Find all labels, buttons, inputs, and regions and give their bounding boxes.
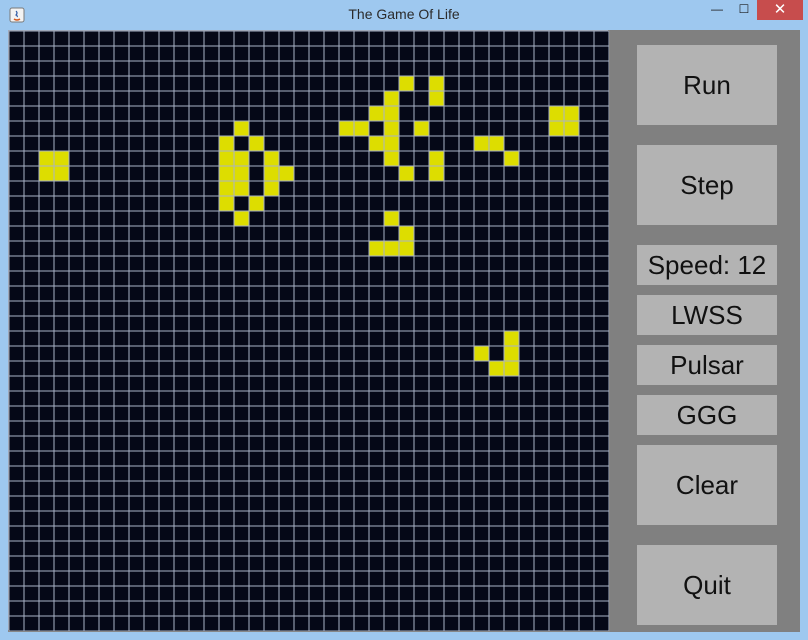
live-cell[interactable]	[399, 226, 414, 241]
live-cell[interactable]	[384, 241, 399, 256]
live-cell[interactable]	[264, 166, 279, 181]
live-cell[interactable]	[564, 121, 579, 136]
live-cell[interactable]	[489, 361, 504, 376]
live-cell[interactable]	[504, 346, 519, 361]
step-button[interactable]: Step	[637, 145, 777, 225]
clear-button[interactable]: Clear	[637, 445, 777, 525]
live-cell[interactable]	[264, 151, 279, 166]
live-cell[interactable]	[384, 136, 399, 151]
live-cell[interactable]	[54, 151, 69, 166]
main-content: Run Step Speed: 12 LWSS Pulsar GGG Clear…	[8, 30, 800, 632]
live-cell[interactable]	[399, 76, 414, 91]
lwss-button[interactable]: LWSS	[637, 295, 777, 335]
run-button[interactable]: Run	[637, 45, 777, 125]
live-cell[interactable]	[384, 106, 399, 121]
live-cell[interactable]	[384, 91, 399, 106]
live-cell[interactable]	[54, 166, 69, 181]
live-cell[interactable]	[369, 106, 384, 121]
live-cell[interactable]	[564, 106, 579, 121]
live-cell[interactable]	[474, 346, 489, 361]
live-cell[interactable]	[429, 76, 444, 91]
live-cell[interactable]	[474, 136, 489, 151]
live-cell[interactable]	[249, 196, 264, 211]
app-window: The Game Of Life — ☐ ✕ Run Step Speed: 1…	[0, 0, 808, 640]
close-button[interactable]: ✕	[757, 0, 803, 20]
live-cell[interactable]	[399, 241, 414, 256]
control-panel: Run Step Speed: 12 LWSS Pulsar GGG Clear…	[610, 30, 800, 632]
live-cell[interactable]	[279, 166, 294, 181]
live-cell[interactable]	[264, 181, 279, 196]
pulsar-button[interactable]: Pulsar	[637, 345, 777, 385]
live-cell[interactable]	[549, 106, 564, 121]
live-cell[interactable]	[384, 151, 399, 166]
live-cell[interactable]	[219, 151, 234, 166]
live-cell[interactable]	[399, 166, 414, 181]
ggg-button[interactable]: GGG	[637, 395, 777, 435]
live-cell[interactable]	[234, 211, 249, 226]
window-title: The Game Of Life	[348, 6, 460, 22]
live-cell[interactable]	[414, 121, 429, 136]
maximize-button[interactable]: ☐	[733, 0, 755, 20]
speed-button[interactable]: Speed: 12	[637, 245, 777, 285]
live-cell[interactable]	[234, 121, 249, 136]
live-cell[interactable]	[429, 91, 444, 106]
live-cell[interactable]	[234, 181, 249, 196]
quit-button[interactable]: Quit	[637, 545, 777, 625]
live-cell[interactable]	[39, 166, 54, 181]
live-cell[interactable]	[339, 121, 354, 136]
live-cell[interactable]	[489, 136, 504, 151]
live-cell[interactable]	[504, 151, 519, 166]
live-cell[interactable]	[249, 136, 264, 151]
life-grid-canvas[interactable]	[8, 30, 610, 632]
live-cell[interactable]	[429, 166, 444, 181]
live-cell[interactable]	[219, 181, 234, 196]
live-cell[interactable]	[39, 151, 54, 166]
live-cell[interactable]	[219, 166, 234, 181]
minimize-button[interactable]: —	[703, 0, 731, 20]
life-grid[interactable]	[8, 30, 610, 632]
live-cell[interactable]	[219, 136, 234, 151]
live-cell[interactable]	[384, 121, 399, 136]
live-cell[interactable]	[504, 331, 519, 346]
live-cell[interactable]	[549, 121, 564, 136]
live-cell[interactable]	[429, 151, 444, 166]
live-cell[interactable]	[369, 241, 384, 256]
live-cell[interactable]	[234, 166, 249, 181]
live-cell[interactable]	[504, 361, 519, 376]
live-cell[interactable]	[384, 211, 399, 226]
live-cell[interactable]	[219, 196, 234, 211]
live-cell[interactable]	[234, 151, 249, 166]
live-cell[interactable]	[369, 136, 384, 151]
title-bar[interactable]: The Game Of Life — ☐ ✕	[0, 0, 808, 30]
live-cell[interactable]	[354, 121, 369, 136]
